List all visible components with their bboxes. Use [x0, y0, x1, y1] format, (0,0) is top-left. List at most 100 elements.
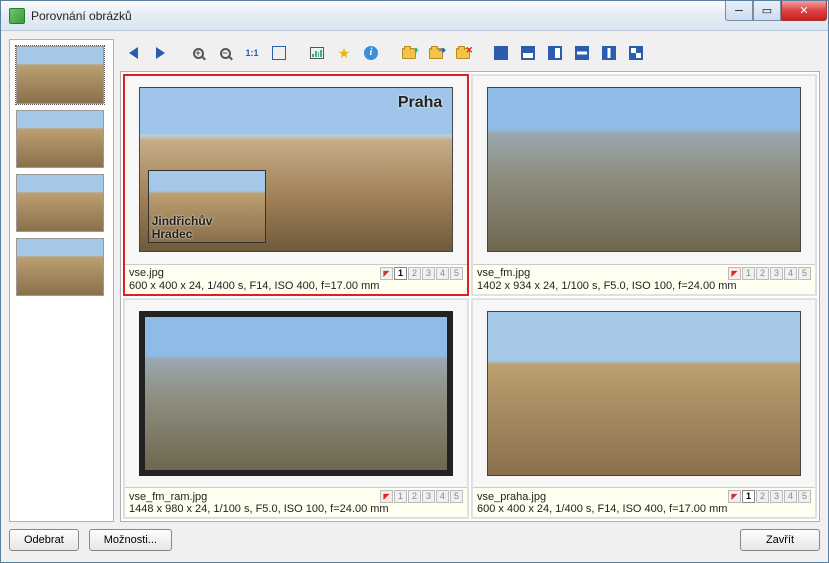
- prev-button[interactable]: [121, 41, 145, 65]
- star-icon: ★: [338, 46, 351, 60]
- rating-1-button[interactable]: 1: [742, 490, 755, 503]
- layout-3h-button[interactable]: [570, 41, 594, 65]
- rating-button[interactable]: ★: [332, 41, 356, 65]
- layout-1-button[interactable]: [489, 41, 513, 65]
- layout-2h-icon: [521, 46, 535, 60]
- compare-window: Porovnání obrázků ─ ▭ ✕ + − 1: [0, 0, 829, 563]
- close-button[interactable]: ✕: [781, 1, 827, 21]
- zoom-11-button[interactable]: 1:1: [240, 41, 264, 65]
- maximize-button[interactable]: ▭: [753, 1, 781, 21]
- layout-1-icon: [494, 46, 508, 60]
- rating-3-button[interactable]: 3: [422, 267, 435, 280]
- info-bar: vse_fm.jpg ◤ 1 2 3 4 5 1402 x: [473, 264, 815, 294]
- rating-1-button[interactable]: 1: [742, 267, 755, 280]
- titlebar[interactable]: Porovnání obrázků ─ ▭ ✕: [1, 1, 828, 31]
- folder-move-icon: ➜: [429, 48, 443, 59]
- rating-1-button[interactable]: 1: [394, 490, 407, 503]
- options-button[interactable]: Možnosti...: [89, 529, 172, 551]
- info-bar: vse.jpg ◤ 1 2 3 4 5 600 x 400: [125, 264, 467, 294]
- layout-3v-button[interactable]: [597, 41, 621, 65]
- rating-buttons: ◤ 1 2 3 4 5: [380, 267, 463, 280]
- file-name: vse.jpg: [129, 267, 380, 279]
- rating-buttons: ◤ 1 2 3 4 5: [728, 490, 811, 503]
- next-button[interactable]: [148, 41, 172, 65]
- thumbnail-strip[interactable]: [9, 39, 114, 522]
- zoom-out-button[interactable]: −: [213, 41, 237, 65]
- layout-2h-button[interactable]: [516, 41, 540, 65]
- thumb-item[interactable]: [16, 238, 104, 296]
- fullscreen-button[interactable]: [267, 41, 291, 65]
- image-preview: Praha Jindřichův Hradec: [139, 87, 454, 252]
- rating-3-button[interactable]: 3: [770, 267, 783, 280]
- layout-2v-icon: [548, 46, 562, 60]
- rating-5-button[interactable]: 5: [798, 267, 811, 280]
- thumb-item[interactable]: [16, 46, 104, 104]
- rating-5-button[interactable]: 5: [798, 490, 811, 503]
- file-meta: 1402 x 934 x 24, 1/100 s, F5.0, ISO 100,…: [477, 280, 811, 292]
- arrow-left-icon: [129, 47, 138, 59]
- info-icon: i: [364, 46, 378, 60]
- flag-button[interactable]: ◤: [380, 267, 393, 280]
- flag-button[interactable]: ◤: [380, 490, 393, 503]
- arrow-right-icon: [156, 47, 165, 59]
- compare-cell[interactable]: Praha Jindřichův Hradec vse.jpg ◤ 1: [123, 74, 469, 296]
- rating-2-button[interactable]: 2: [408, 267, 421, 280]
- expand-icon: [272, 46, 286, 60]
- layout-2v-button[interactable]: [543, 41, 567, 65]
- one-to-one-icon: 1:1: [245, 48, 258, 58]
- rating-2-button[interactable]: 2: [756, 490, 769, 503]
- flag-button[interactable]: ◤: [728, 490, 741, 503]
- layout-4-button[interactable]: [624, 41, 648, 65]
- rating-3-button[interactable]: 3: [770, 490, 783, 503]
- image-area[interactable]: [125, 300, 467, 488]
- thumb-item[interactable]: [16, 110, 104, 168]
- compare-cell[interactable]: vse_fm.jpg ◤ 1 2 3 4 5 1402 x: [471, 74, 817, 296]
- remove-button[interactable]: Odebrat: [9, 529, 79, 551]
- file-meta: 600 x 400 x 24, 1/400 s, F14, ISO 400, f…: [129, 280, 463, 292]
- compare-cell[interactable]: vse_praha.jpg ◤ 1 2 3 4 5 600: [471, 298, 817, 520]
- info-button[interactable]: i: [359, 41, 383, 65]
- rating-4-button[interactable]: 4: [784, 490, 797, 503]
- folder-add-button[interactable]: +: [397, 41, 421, 65]
- histogram-button[interactable]: [305, 41, 329, 65]
- image-preview: [487, 87, 802, 252]
- flag-button[interactable]: ◤: [728, 267, 741, 280]
- rating-4-button[interactable]: 4: [436, 267, 449, 280]
- image-inset-text: Jindřichův Hradec: [152, 215, 213, 241]
- rating-5-button[interactable]: 5: [450, 267, 463, 280]
- rating-2-button[interactable]: 2: [756, 267, 769, 280]
- rating-4-button[interactable]: 4: [436, 490, 449, 503]
- compare-cell[interactable]: vse_fm_ram.jpg ◤ 1 2 3 4 5 14: [123, 298, 469, 520]
- file-name: vse_praha.jpg: [477, 491, 728, 503]
- layout-3h-icon: [575, 46, 589, 60]
- rating-4-button[interactable]: 4: [784, 267, 797, 280]
- close-dialog-button[interactable]: Zavřít: [740, 529, 820, 551]
- info-bar: vse_fm_ram.jpg ◤ 1 2 3 4 5 14: [125, 487, 467, 517]
- rating-2-button[interactable]: 2: [408, 490, 421, 503]
- layout-4-icon: [629, 46, 643, 60]
- minimize-button[interactable]: ─: [725, 1, 753, 21]
- main-area: + − 1:1 ★ i + ➜ ✕: [9, 39, 820, 522]
- zoom-out-icon: −: [220, 48, 231, 59]
- rating-1-button[interactable]: 1: [394, 267, 407, 280]
- folder-move-button[interactable]: ➜: [424, 41, 448, 65]
- compare-grid: Praha Jindřichův Hradec vse.jpg ◤ 1: [120, 71, 820, 522]
- rating-3-button[interactable]: 3: [422, 490, 435, 503]
- zoom-in-icon: +: [193, 48, 204, 59]
- zoom-in-button[interactable]: +: [186, 41, 210, 65]
- rating-buttons: ◤ 1 2 3 4 5: [728, 267, 811, 280]
- image-area[interactable]: Praha Jindřichův Hradec: [125, 76, 467, 264]
- app-icon: [9, 8, 25, 24]
- window-title: Porovnání obrázků: [31, 9, 725, 23]
- info-bar: vse_praha.jpg ◤ 1 2 3 4 5 600: [473, 487, 815, 517]
- image-area[interactable]: [473, 300, 815, 488]
- bottom-bar: Odebrat Možnosti... Zavřít: [9, 526, 820, 554]
- folder-del-icon: ✕: [456, 48, 470, 59]
- image-preview: [487, 311, 802, 476]
- right-pane: + − 1:1 ★ i + ➜ ✕: [120, 39, 820, 522]
- image-area[interactable]: [473, 76, 815, 264]
- thumb-item[interactable]: [16, 174, 104, 232]
- rating-5-button[interactable]: 5: [450, 490, 463, 503]
- folder-del-button[interactable]: ✕: [451, 41, 475, 65]
- window-controls: ─ ▭ ✕: [725, 1, 827, 21]
